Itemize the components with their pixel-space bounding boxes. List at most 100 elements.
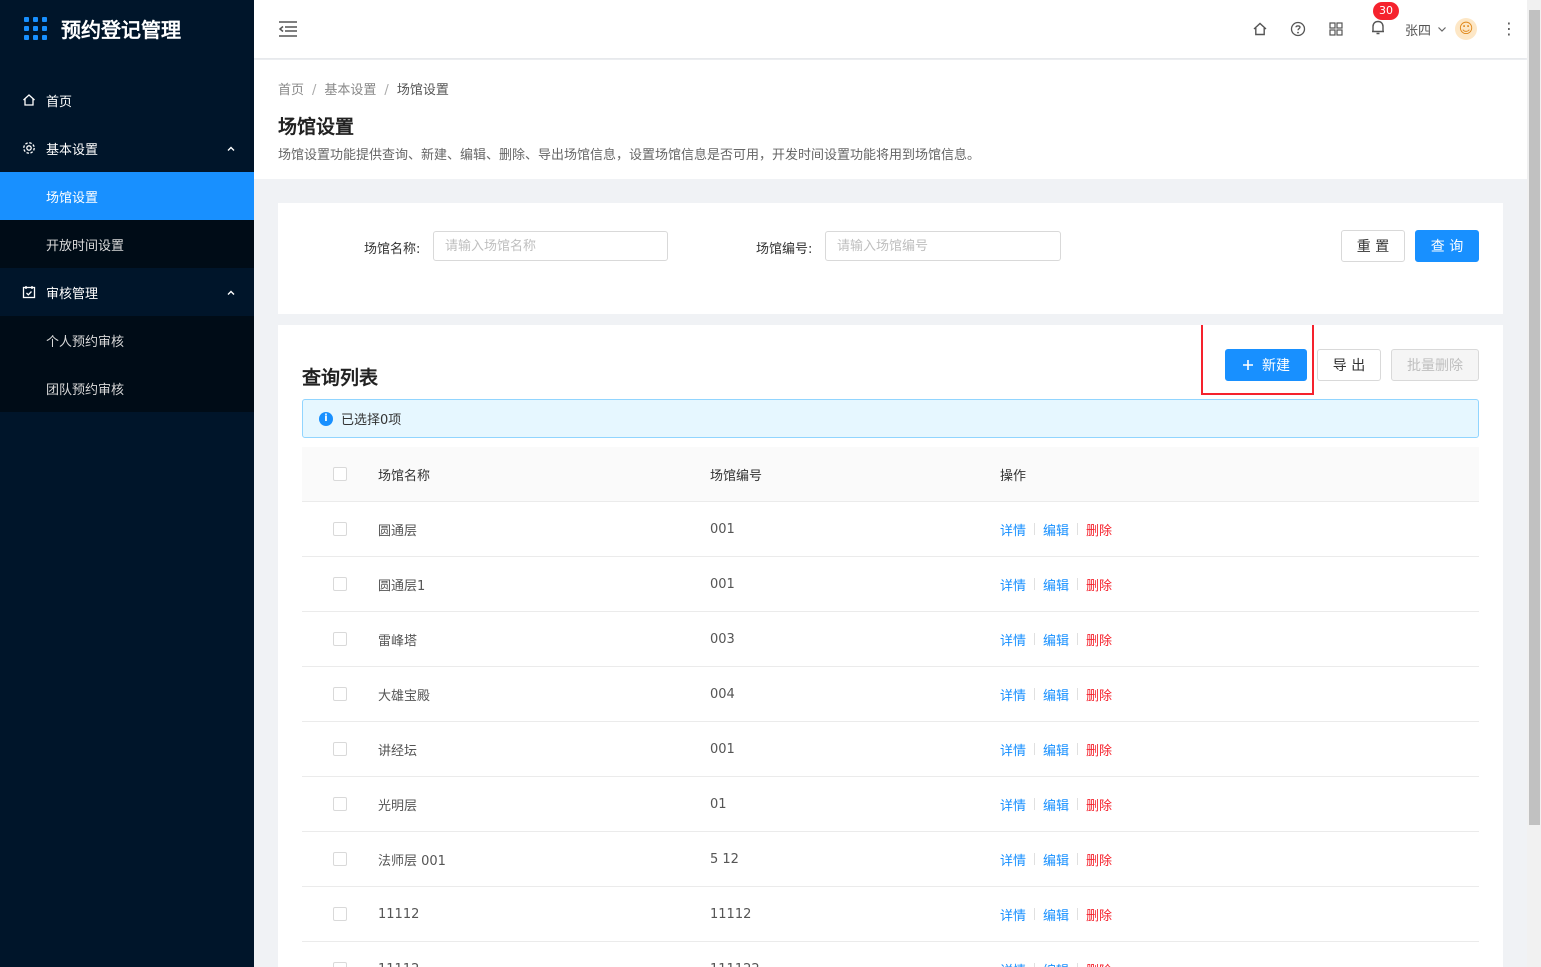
detail-link[interactable]: 详情 <box>1000 630 1026 649</box>
edit-link[interactable]: 编辑 <box>1043 795 1069 814</box>
venue-name-cell: 讲经坛 <box>378 743 418 759</box>
chevron-down-icon <box>1437 24 1447 34</box>
detail-link[interactable]: 详情 <box>1000 795 1026 814</box>
venue-name-cell: 法师层 001 <box>378 853 446 869</box>
breadcrumb-item-basic-settings[interactable]: 基本设置 <box>324 83 376 98</box>
apps-grid-icon[interactable] <box>1327 20 1345 38</box>
home-icon[interactable] <box>1251 20 1269 38</box>
detail-link[interactable]: 详情 <box>1000 905 1026 924</box>
sidebar-item-label: 首页 <box>46 94 73 110</box>
sidebar-item-personal-review[interactable]: 个人预约审核 <box>0 316 254 364</box>
row-checkbox[interactable] <box>333 632 347 646</box>
row-checkbox[interactable] <box>333 742 347 756</box>
divider <box>1077 743 1079 755</box>
detail-link[interactable]: 详情 <box>1000 850 1026 869</box>
delete-link[interactable]: 删除 <box>1086 685 1112 704</box>
side-menu: 首页 基本设置 场馆设置 开放时间设置 审核管理 个人预约审核 团队预约审核 <box>0 76 254 412</box>
row-checkbox[interactable] <box>333 687 347 701</box>
table-row: 法师层 001 5 12 详情 编辑 删除 <box>302 832 1479 887</box>
delete-link[interactable]: 删除 <box>1086 795 1112 814</box>
column-header-name: 场馆名称 <box>378 468 431 484</box>
sidebar-item-review-management[interactable]: 审核管理 <box>0 268 254 316</box>
edit-link[interactable]: 编辑 <box>1043 630 1069 649</box>
venue-name-cell: 11112 <box>378 962 710 967</box>
sidebar-item-open-time-settings[interactable]: 开放时间设置 <box>0 220 254 268</box>
row-checkbox[interactable] <box>333 797 347 811</box>
edit-link[interactable]: 编辑 <box>1043 740 1069 759</box>
delete-link[interactable]: 删除 <box>1086 905 1112 924</box>
menu-fold-icon[interactable] <box>278 20 298 42</box>
query-button[interactable]: 查 询 <box>1415 230 1479 262</box>
page-title: 场馆设置 <box>278 116 355 138</box>
venue-name-input[interactable] <box>433 231 668 261</box>
selection-count-text: 已选择0项 <box>341 413 402 428</box>
delete-link[interactable]: 删除 <box>1086 630 1112 649</box>
table-row: 11112 11112 详情 编辑 删除 <box>302 887 1479 942</box>
breadcrumb-item-home[interactable]: 首页 <box>278 83 304 98</box>
table-header: 场馆名称 场馆编号 操作 <box>302 447 1479 502</box>
breadcrumb-item-current: 场馆设置 <box>396 83 449 98</box>
calendar-check-icon <box>22 285 36 299</box>
select-all-checkbox[interactable] <box>333 467 347 481</box>
row-checkbox[interactable] <box>333 522 347 536</box>
row-actions: 详情编辑删除 <box>1000 575 1479 594</box>
chevron-up-icon <box>226 143 236 158</box>
plus-icon <box>1242 359 1254 371</box>
help-icon[interactable] <box>1289 20 1307 38</box>
venue-name-cell: 雷峰塔 <box>378 633 418 649</box>
export-button[interactable]: 导 出 <box>1317 349 1381 381</box>
delete-link[interactable]: 删除 <box>1086 740 1112 759</box>
header-actions: 30 张四 ☺ ⋮ <box>1231 0 1517 58</box>
more-vertical-icon[interactable]: ⋮ <box>1501 21 1517 37</box>
app-logo[interactable]: 预约登记管理 <box>0 0 254 56</box>
grid-logo-icon <box>24 16 47 40</box>
edit-link[interactable]: 编辑 <box>1043 575 1069 594</box>
delete-link[interactable]: 删除 <box>1086 520 1112 539</box>
venue-name-cell: 大雄宝殿 <box>378 688 431 704</box>
scrollbar-thumb[interactable] <box>1529 10 1540 825</box>
delete-link[interactable]: 删除 <box>1086 960 1112 967</box>
venue-code-label: 场馆编号: <box>756 242 813 257</box>
sidebar-item-basic-settings[interactable]: 基本设置 <box>0 124 254 172</box>
user-menu[interactable]: 张四 ☺ <box>1405 18 1477 40</box>
detail-link[interactable]: 详情 <box>1000 575 1026 594</box>
detail-link[interactable]: 详情 <box>1000 960 1026 967</box>
search-form: 场馆名称: 场馆编号: 重 置 查 询 <box>278 203 1503 314</box>
edit-link[interactable]: 编辑 <box>1043 960 1069 967</box>
divider <box>1077 578 1079 590</box>
sidebar-item-label: 场馆设置 <box>46 190 99 206</box>
edit-link[interactable]: 编辑 <box>1043 520 1069 539</box>
divider <box>1077 633 1079 645</box>
detail-link[interactable]: 详情 <box>1000 740 1026 759</box>
detail-link[interactable]: 详情 <box>1000 685 1026 704</box>
edit-link[interactable]: 编辑 <box>1043 905 1069 924</box>
row-checkbox[interactable] <box>333 962 347 967</box>
notification-button[interactable]: 30 <box>1369 2 1399 40</box>
divider <box>1077 523 1079 535</box>
divider <box>1034 908 1036 920</box>
row-checkbox[interactable] <box>333 852 347 866</box>
sidebar-item-venue-settings[interactable]: 场馆设置 <box>0 172 254 220</box>
notification-badge: 30 <box>1372 2 1399 21</box>
delete-link[interactable]: 删除 <box>1086 575 1112 594</box>
delete-link[interactable]: 删除 <box>1086 850 1112 869</box>
edit-link[interactable]: 编辑 <box>1043 685 1069 704</box>
venue-name-cell: 光明层 <box>378 798 418 814</box>
sidebar-item-home[interactable]: 首页 <box>0 76 254 124</box>
table-row: 光明层 01 详情 编辑 删除 <box>302 777 1479 832</box>
sidebar-item-team-review[interactable]: 团队预约审核 <box>0 364 254 412</box>
row-checkbox[interactable] <box>333 577 347 591</box>
detail-link[interactable]: 详情 <box>1000 520 1026 539</box>
divider <box>1077 798 1079 810</box>
edit-link[interactable]: 编辑 <box>1043 850 1069 869</box>
row-checkbox[interactable] <box>333 907 347 921</box>
reset-button[interactable]: 重 置 <box>1341 230 1405 262</box>
scrollbar[interactable] <box>1527 0 1541 967</box>
list-card: 查询列表 新建 导 出 批量删除 i 已选择0项 场馆名称 场馆编号 操作 圆通… <box>278 325 1503 967</box>
venue-code-cell: 5 12 <box>710 851 739 867</box>
venue-code-cell: 01 <box>710 796 727 812</box>
new-button[interactable]: 新建 <box>1225 349 1307 381</box>
venue-code-cell: 111122 <box>710 962 1000 967</box>
venue-code-input[interactable] <box>825 231 1061 261</box>
top-header: 30 张四 ☺ ⋮ <box>254 0 1527 58</box>
